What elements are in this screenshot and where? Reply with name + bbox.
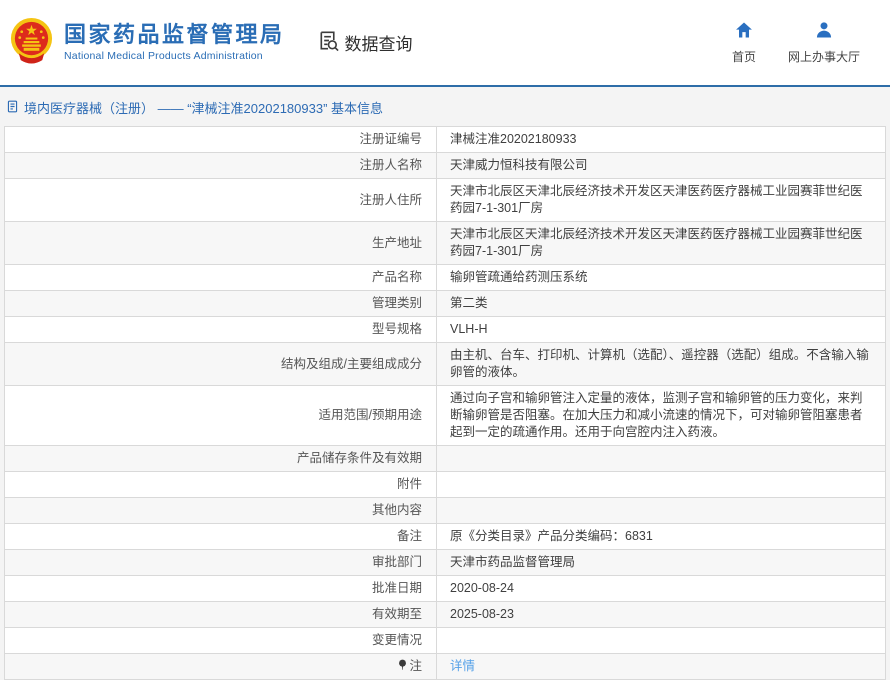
row-label: 注册人名称 [4, 152, 437, 179]
site-logo[interactable]: 国家药品监督管理局 National Medical Products Admi… [8, 17, 285, 69]
row-value: 天津市药品监督管理局 [436, 549, 886, 576]
row-value [436, 627, 886, 654]
row-label: 注册人住所 [4, 178, 437, 222]
org-names: 国家药品监督管理局 National Medical Products Admi… [64, 22, 285, 63]
national-emblem-icon [8, 17, 55, 69]
row-label: 附件 [4, 471, 437, 498]
row-label: 其他内容 [4, 497, 437, 524]
page-title-text: 境内医疗器械（注册） —— “津械注准20202180933” 基本信息 [24, 101, 384, 116]
nav-hall-label: 网上办事大厅 [787, 50, 860, 64]
table-row: 管理类别 第二类 [4, 290, 886, 317]
row-value: 由主机、台车、打印机、计算机（选配）、遥控器（选配）组成。不含输入输卵管的液体。 [436, 342, 886, 386]
table-row: 变更情况 [4, 627, 886, 654]
table-row: 备注 原《分类目录》产品分类编码：6831 [4, 523, 886, 550]
row-value: 原《分类目录》产品分类编码：6831 [436, 523, 886, 550]
table-row: 产品储存条件及有效期 [4, 445, 886, 472]
table-row: 结构及组成/主要组成成分 由主机、台车、打印机、计算机（选配）、遥控器（选配）组… [4, 342, 886, 386]
nav-item-home[interactable]: 首页 [732, 20, 756, 65]
document-search-icon [317, 29, 340, 57]
table-row: 附件 [4, 471, 886, 498]
table-row: 批准日期 2020-08-24 [4, 575, 886, 602]
table-row: 注册人住所 天津市北辰区天津北辰经济技术开发区天津医药医疗器械工业园赛菲世纪医药… [4, 178, 886, 222]
info-table: 注册证编号 津械注准20202180933 注册人名称 天津威力恒科技有限公司 … [4, 126, 886, 680]
table-row: 注册人名称 天津威力恒科技有限公司 [4, 152, 886, 179]
org-name-zh: 国家药品监督管理局 [64, 22, 285, 47]
row-value: VLH-H [436, 316, 886, 343]
nav-home-label: 首页 [731, 50, 756, 64]
site-header: 国家药品监督管理局 National Medical Products Admi… [0, 0, 890, 85]
table-row: 产品名称 输卵管疏通给药测压系统 [4, 264, 886, 291]
table-row: 注 详情 [4, 653, 886, 680]
row-value: 天津市北辰区天津北辰经济技术开发区天津医药医疗器械工业园赛菲世纪医药园7-1-3… [436, 178, 886, 222]
row-value: 天津威力恒科技有限公司 [436, 152, 886, 179]
data-query-label: 数据查询 [344, 35, 413, 54]
row-value [436, 445, 886, 472]
table-row: 注册证编号 津械注准20202180933 [4, 126, 886, 153]
row-value: 详情 [436, 653, 886, 680]
row-value: 输卵管疏通给药测压系统 [436, 264, 886, 291]
row-label: 审批部门 [4, 549, 437, 576]
row-label: 备注 [4, 523, 437, 550]
row-label: 管理类别 [4, 290, 437, 317]
table-row: 审批部门 天津市药品监督管理局 [4, 549, 886, 576]
row-label: 型号规格 [4, 316, 437, 343]
row-label: 注册证编号 [4, 126, 437, 153]
home-icon [734, 20, 754, 43]
row-value [436, 497, 886, 524]
row-value: 津械注准20202180933 [436, 126, 886, 153]
details-link[interactable]: 详情 [450, 659, 475, 673]
info-table-body: 注册证编号 津械注准20202180933 注册人名称 天津威力恒科技有限公司 … [4, 126, 886, 680]
org-name-en: National Medical Products Administration [64, 50, 263, 62]
note-pin-icon [399, 659, 407, 670]
table-row: 生产地址 天津市北辰区天津北辰经济技术开发区天津医药医疗器械工业园赛菲世纪医药园… [4, 221, 886, 265]
nav-item-service-hall[interactable]: 网上办事大厅 [788, 20, 860, 65]
person-icon [814, 20, 834, 43]
row-value: 天津市北辰区天津北辰经济技术开发区天津医药医疗器械工业园赛菲世纪医药园7-1-3… [436, 221, 886, 265]
page-doc-icon [6, 100, 19, 116]
row-label: 结构及组成/主要组成成分 [4, 342, 437, 386]
row-label: 有效期至 [4, 601, 437, 628]
row-label: 产品储存条件及有效期 [4, 445, 437, 472]
row-label: 变更情况 [4, 627, 437, 654]
row-value: 通过向子宫和输卵管注入定量的液体，监测子宫和输卵管的压力变化，来判断输卵管是否阻… [436, 385, 886, 446]
table-row: 适用范围/预期用途 通过向子宫和输卵管注入定量的液体，监测子宫和输卵管的压力变化… [4, 385, 886, 446]
row-label: 注 [4, 653, 437, 680]
row-label: 产品名称 [4, 264, 437, 291]
header-nav: 首页 网上办事大厅 [732, 20, 890, 65]
row-value [436, 471, 886, 498]
data-query-tab[interactable]: 数据查询 [317, 29, 413, 57]
row-label: 生产地址 [4, 221, 437, 265]
row-value: 第二类 [436, 290, 886, 317]
row-value: 2025-08-23 [436, 601, 886, 628]
row-value: 2020-08-24 [436, 575, 886, 602]
row-label: 适用范围/预期用途 [4, 385, 437, 446]
table-row: 型号规格 VLH-H [4, 316, 886, 343]
table-row: 其他内容 [4, 497, 886, 524]
page-title: 境内医疗器械（注册） —— “津械注准20202180933” 基本信息 [0, 87, 890, 126]
row-label: 批准日期 [4, 575, 437, 602]
table-row: 有效期至 2025-08-23 [4, 601, 886, 628]
